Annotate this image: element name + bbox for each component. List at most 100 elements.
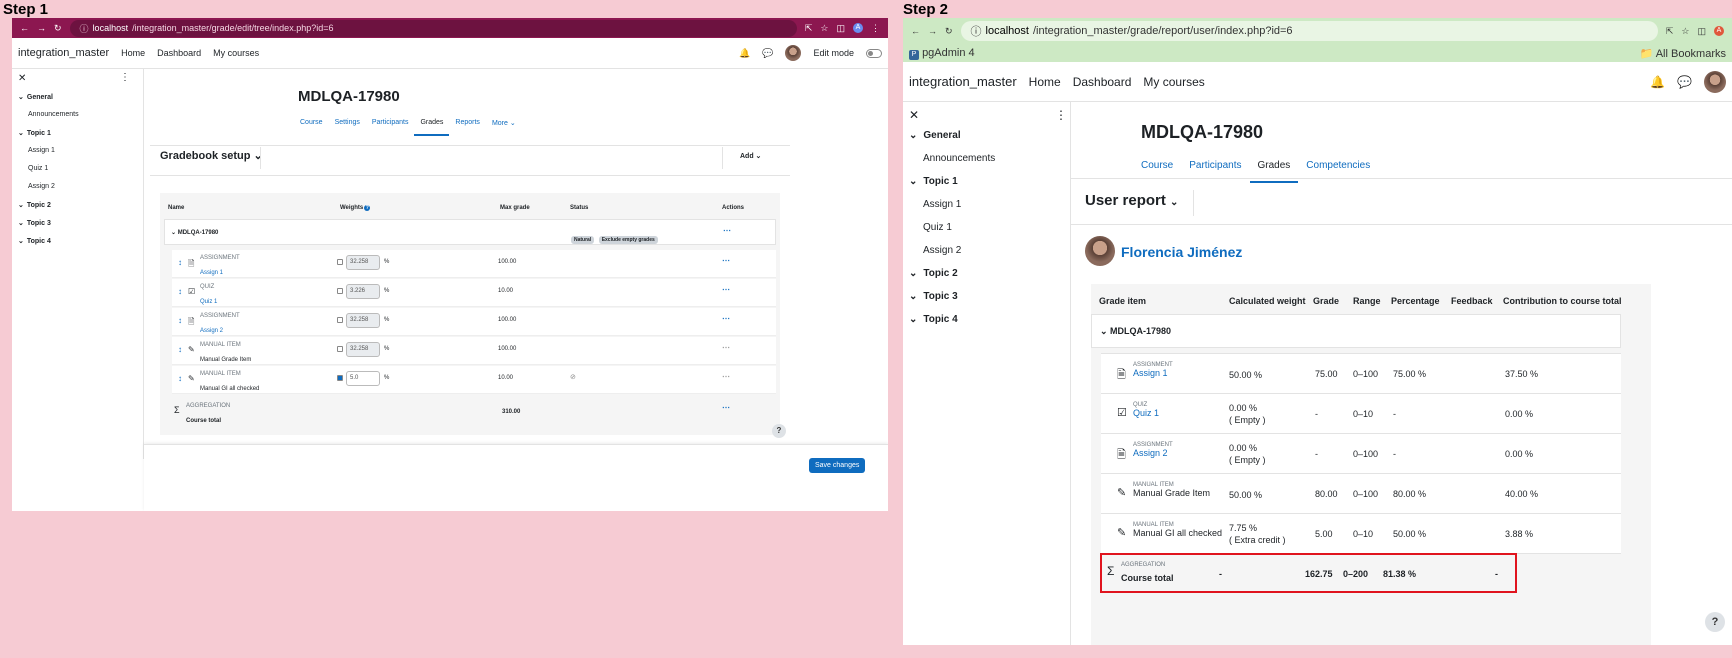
drawer-section-topic-3[interactable]: ⌄ Topic 3 [18,219,51,227]
move-icon[interactable]: ↕ [178,287,182,296]
edit-mode-toggle[interactable] [866,48,882,58]
drawer-item-quiz-1[interactable]: Quiz 1 [923,222,952,233]
item-link[interactable]: Assign 2 [1133,448,1168,458]
forward-icon[interactable]: → [37,23,46,33]
back-icon[interactable]: ← [911,26,920,36]
help-circle-icon[interactable]: ? [364,205,371,211]
nav-my-courses[interactable]: My courses [1143,75,1204,89]
address-bar[interactable]: ⓘ localhost/integration_master/grade/edi… [69,19,797,37]
nav-dashboard[interactable]: Dashboard [157,48,201,58]
share-icon[interactable]: ⇱ [805,23,813,34]
user-avatar[interactable] [1704,70,1726,93]
tab-participants[interactable]: Participants [366,115,415,136]
reload-icon[interactable]: ↻ [54,23,62,34]
row-actions-icon[interactable]: ⋯ [722,256,730,265]
forward-icon[interactable]: → [928,26,937,36]
drawer-item-assign-1[interactable]: Assign 1 [28,147,55,154]
drawer-item-assign-1[interactable]: Assign 1 [923,199,961,210]
tab-settings[interactable]: Settings [329,115,366,136]
back-icon[interactable]: ← [20,23,29,33]
weight-input[interactable]: 32.258 [346,255,380,270]
drawer-item-quiz-1[interactable]: Quiz 1 [28,165,48,172]
nav-home[interactable]: Home [1029,75,1061,89]
move-icon[interactable]: ↕ [178,374,182,383]
move-icon[interactable]: ↕ [178,258,182,267]
weight-input[interactable]: 32.258 [346,342,380,357]
nav-home[interactable]: Home [121,48,145,58]
profile-icon[interactable]: A [1714,26,1724,36]
help-button[interactable]: ? [1705,612,1725,632]
tab-more[interactable]: More ⌄ [486,115,522,136]
site-brand[interactable]: integration_master [909,74,1017,89]
row-actions-icon[interactable]: ⋯ [722,314,730,323]
row-actions-icon[interactable]: ⋯ [722,285,730,294]
site-brand[interactable]: integration_master [18,47,109,59]
move-icon[interactable]: ↕ [178,316,182,325]
nav-my-courses[interactable]: My courses [213,48,259,58]
all-bookmarks[interactable]: 📁 All Bookmarks [1640,47,1726,60]
user-report-menu[interactable]: User report ⌄ [1085,192,1178,209]
weight-override-checkbox[interactable] [337,375,343,381]
bookmark-pgadmin[interactable]: P pgAdmin 4 [909,47,975,60]
chat-icon[interactable]: 💬 [762,48,773,59]
profile-icon[interactable]: A [853,23,863,33]
row-actions-icon[interactable]: ⋯ [722,343,730,352]
item-link[interactable]: Assign 1 [1133,368,1168,378]
weight-override-checkbox[interactable] [337,259,343,265]
save-changes-button[interactable]: Save changes [809,458,866,473]
weight-input[interactable]: 3.226 [346,284,380,299]
weight-input[interactable]: 5.0 [346,371,380,386]
gradebook-setup-menu[interactable]: Gradebook setup ⌄ [160,149,263,162]
student-name[interactable]: Florencia Jiménez [1121,244,1242,260]
drawer-menu-icon[interactable]: ⋮ [120,72,130,83]
item-link[interactable]: Assign 1 [200,270,223,276]
drawer-item-announcements[interactable]: Announcements [28,111,79,118]
weight-override-checkbox[interactable] [337,346,343,352]
drawer-section-topic-1[interactable]: ⌄ Topic 1 [18,129,51,137]
item-link[interactable]: Assign 2 [200,328,223,334]
row-actions-icon[interactable]: ⋯ [722,372,730,381]
category-actions-icon[interactable]: ⋯ [723,226,731,235]
close-drawer-icon[interactable]: ✕ [18,73,26,84]
info-icon[interactable]: ⓘ [971,23,982,39]
drawer-item-announcements[interactable]: Announcements [923,153,995,164]
tab-reports[interactable]: Reports [449,115,486,136]
bell-icon[interactable]: 🔔 [739,48,750,59]
drawer-section-topic-2[interactable]: ⌄ Topic 2 [18,201,51,209]
drawer-section-general[interactable]: ⌄ General [18,93,53,101]
drawer-section-topic-3[interactable]: ⌄ Topic 3 [909,291,958,302]
address-bar[interactable]: ⓘ localhost/integration_master/grade/rep… [960,21,1658,41]
item-link[interactable]: Manual Grade Item [200,357,251,363]
sidepanel-icon[interactable]: ◫ [836,23,845,34]
drawer-item-assign-2[interactable]: Assign 2 [923,245,961,256]
drawer-section-topic-4[interactable]: ⌄ Topic 4 [909,314,958,325]
item-link[interactable]: Quiz 1 [200,299,217,305]
info-icon[interactable]: ⓘ [80,22,89,35]
menu-icon[interactable]: ⋮ [871,23,880,34]
drawer-section-topic-1[interactable]: ⌄ Topic 1 [909,176,958,187]
drawer-section-topic-4[interactable]: ⌄ Topic 4 [18,237,51,245]
help-button[interactable]: ? [772,424,786,438]
star-icon[interactable]: ☆ [1681,26,1689,37]
move-icon[interactable]: ↕ [178,345,182,354]
close-drawer-icon[interactable]: ✕ [909,108,919,122]
weight-input[interactable]: 32.258 [346,313,380,328]
drawer-item-assign-2[interactable]: Assign 2 [28,183,55,190]
bell-icon[interactable]: 🔔 [1650,75,1665,89]
user-avatar[interactable] [785,45,802,61]
chat-icon[interactable]: 💬 [1677,75,1692,89]
reload-icon[interactable]: ↻ [945,26,953,37]
drawer-menu-icon[interactable]: ⋮ [1055,108,1067,122]
nav-dashboard[interactable]: Dashboard [1073,75,1132,89]
item-link[interactable]: Quiz 1 [1133,408,1159,418]
share-icon[interactable]: ⇱ [1666,26,1674,37]
star-icon[interactable]: ☆ [820,23,828,34]
item-link[interactable]: Manual GI all checked [200,386,259,392]
weight-override-checkbox[interactable] [337,288,343,294]
tab-grades[interactable]: Grades [414,115,450,136]
add-menu-button[interactable]: Add ⌄ [740,152,761,160]
weight-override-checkbox[interactable] [337,317,343,323]
drawer-section-general[interactable]: ⌄ General [909,130,961,141]
drawer-section-topic-2[interactable]: ⌄ Topic 2 [909,268,958,279]
sidepanel-icon[interactable]: ◫ [1697,26,1706,37]
